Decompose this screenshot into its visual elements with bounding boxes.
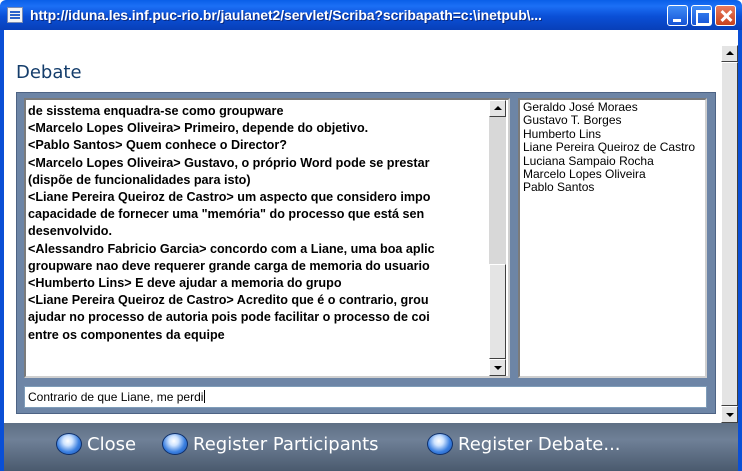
chat-message-line: <Alessandro Fabricio Garcia> concordo co… [28,241,435,256]
chat-scroll-thumb[interactable] [489,264,506,359]
window-scroll-thumb[interactable] [721,62,738,406]
orb-icon [56,433,82,455]
window-frame-right [738,30,742,471]
register-participants-button[interactable]: Register Participants [162,431,379,457]
close-button-label: Close [87,433,137,455]
chat-scrollbar[interactable] [489,100,506,376]
register-debate-label: Register Debate... [458,433,621,455]
chat-message-line: <Humberto Lins> E deve ajudar a memoria … [28,276,342,291]
chat-message-line: <Liane Pereira Queiroz de Castro> um asp… [28,190,431,205]
chat-message-line: <Marcelo Lopes Oliveira> Gustavo, o próp… [28,155,430,170]
chat-message-line: <Marcelo Lopes Oliveira> Primeiro, depen… [28,121,369,136]
chat-message-line: <Pablo Santos> Quem conhece o Director? [28,138,287,153]
window-frame-left [0,30,4,471]
window-title: http://iduna.les.inf.puc-rio.br/jaulanet… [30,7,542,23]
chat-message-line: ajudar no processo de autoria pois pode … [28,310,430,325]
page-title: Debate [16,62,82,83]
participant-item[interactable]: Humberto Lins [523,127,695,141]
participant-item[interactable]: Geraldo José Moraes [523,100,695,114]
maximize-button[interactable] [691,5,712,26]
register-participants-label: Register Participants [193,433,379,455]
window-scroll-up-button[interactable] [721,45,738,62]
register-debate-button[interactable]: Register Debate... [427,431,621,457]
chat-log[interactable]: de sisstema enquadra-se como groupware <M… [24,98,510,378]
chat-message-line: entre os componentes da equipe [28,327,225,342]
window-scroll-down-button[interactable] [721,406,738,423]
text-caret [204,390,206,403]
chat-message-line: <Liane Pereira Queiroz de Castro> Acredi… [28,293,429,308]
participant-item[interactable]: Luciana Sampaio Rocha [523,154,695,168]
participant-item[interactable]: Liane Pereira Queiroz de Castro [523,140,695,154]
participant-item[interactable]: Gustavo T. Borges [523,113,695,127]
window-scrollbar[interactable] [721,45,738,423]
close-button[interactable]: Close [56,431,136,457]
minimize-button[interactable] [667,5,688,26]
message-input[interactable]: Contrario de que Liane, me perdi [24,386,707,408]
chat-message-line: desenvolvido. [28,224,112,239]
chat-lines: de sisstema enquadra-se como groupware <M… [28,103,490,344]
orb-icon [427,433,453,455]
chat-message-line: de sisstema enquadra-se como groupware [28,104,284,118]
chat-scroll-up-button[interactable] [489,100,506,117]
participant-item[interactable]: Marcelo Lopes Oliveira [523,167,695,181]
close-window-button[interactable] [715,5,736,26]
chat-message-line: groupware nao deve requerer grande carga… [28,258,430,273]
participants-list[interactable]: Geraldo José Moraes Gustavo T. Borges Humb… [518,98,707,378]
orb-icon [162,433,188,455]
chat-scroll-down-button[interactable] [489,359,506,376]
participant-items: Geraldo José Moraes Gustavo T. Borges Humb… [523,100,695,195]
chat-message-line: (dispõe de funcionalidades para isto) [28,172,251,187]
page-icon [7,7,23,23]
participant-item[interactable]: Pablo Santos [523,181,695,195]
message-input-value: Contrario de que Liane, me perdi [28,390,204,404]
chat-message-line: capacidade de fornecer uma "memória" do … [28,207,425,222]
